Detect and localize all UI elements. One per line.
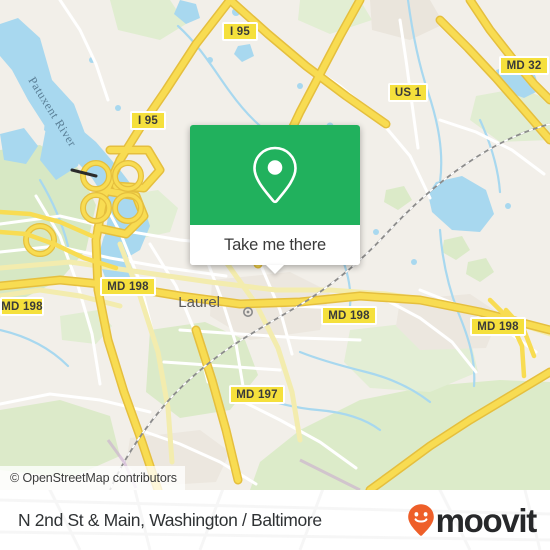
map-pin-outline-icon [253,146,297,204]
popup-header [190,125,360,225]
road-shield: MD 197 [229,385,285,404]
road-shield-label: US 1 [394,86,422,99]
moovit-logo[interactable]: moovit [407,501,538,539]
moovit-pin-icon [407,504,434,536]
road-shield-label: MD 197 [236,388,278,401]
moovit-wordmark: moovit [435,501,538,539]
road-shield: US 1 [388,83,428,102]
moovit-station-map-screen: Patuxent River Laurel I 95 I 95 US 1 MD 32 M… [0,0,550,550]
road-shield-label: I 95 [230,25,250,38]
road-shield-label: I 95 [138,114,158,127]
take-me-there-popup[interactable]: Take me there [190,125,360,274]
svg-text:Laurel: Laurel [178,294,220,311]
road-shield: MD 198 [0,297,44,316]
popup-action-bar[interactable]: Take me there [190,225,360,274]
map-attribution[interactable]: © OpenStreetMap contributors [0,466,185,490]
road-shield: MD 198 [321,306,377,325]
road-shield-label: MD 198 [477,320,519,333]
road-shield: I 95 [130,111,166,130]
take-me-there-label: Take me there [224,235,326,254]
road-shield: MD 198 [470,317,526,336]
road-shield-label: MD 32 [506,59,542,72]
footer-bar: N 2nd St & Main, Washington / Baltimore … [0,490,550,550]
road-shield: MD 32 [499,56,549,75]
road-shield-label: MD 198 [328,309,370,322]
popup-pointer-tail [266,265,284,274]
station-title: N 2nd St & Main, Washington / Baltimore [18,509,322,530]
map-attribution-text: © OpenStreetMap contributors [10,471,177,485]
road-shield-label: MD 198 [107,280,149,293]
road-shield-label: MD 198 [1,300,43,313]
road-shield: MD 198 [100,277,156,296]
road-shield: I 95 [222,22,258,41]
